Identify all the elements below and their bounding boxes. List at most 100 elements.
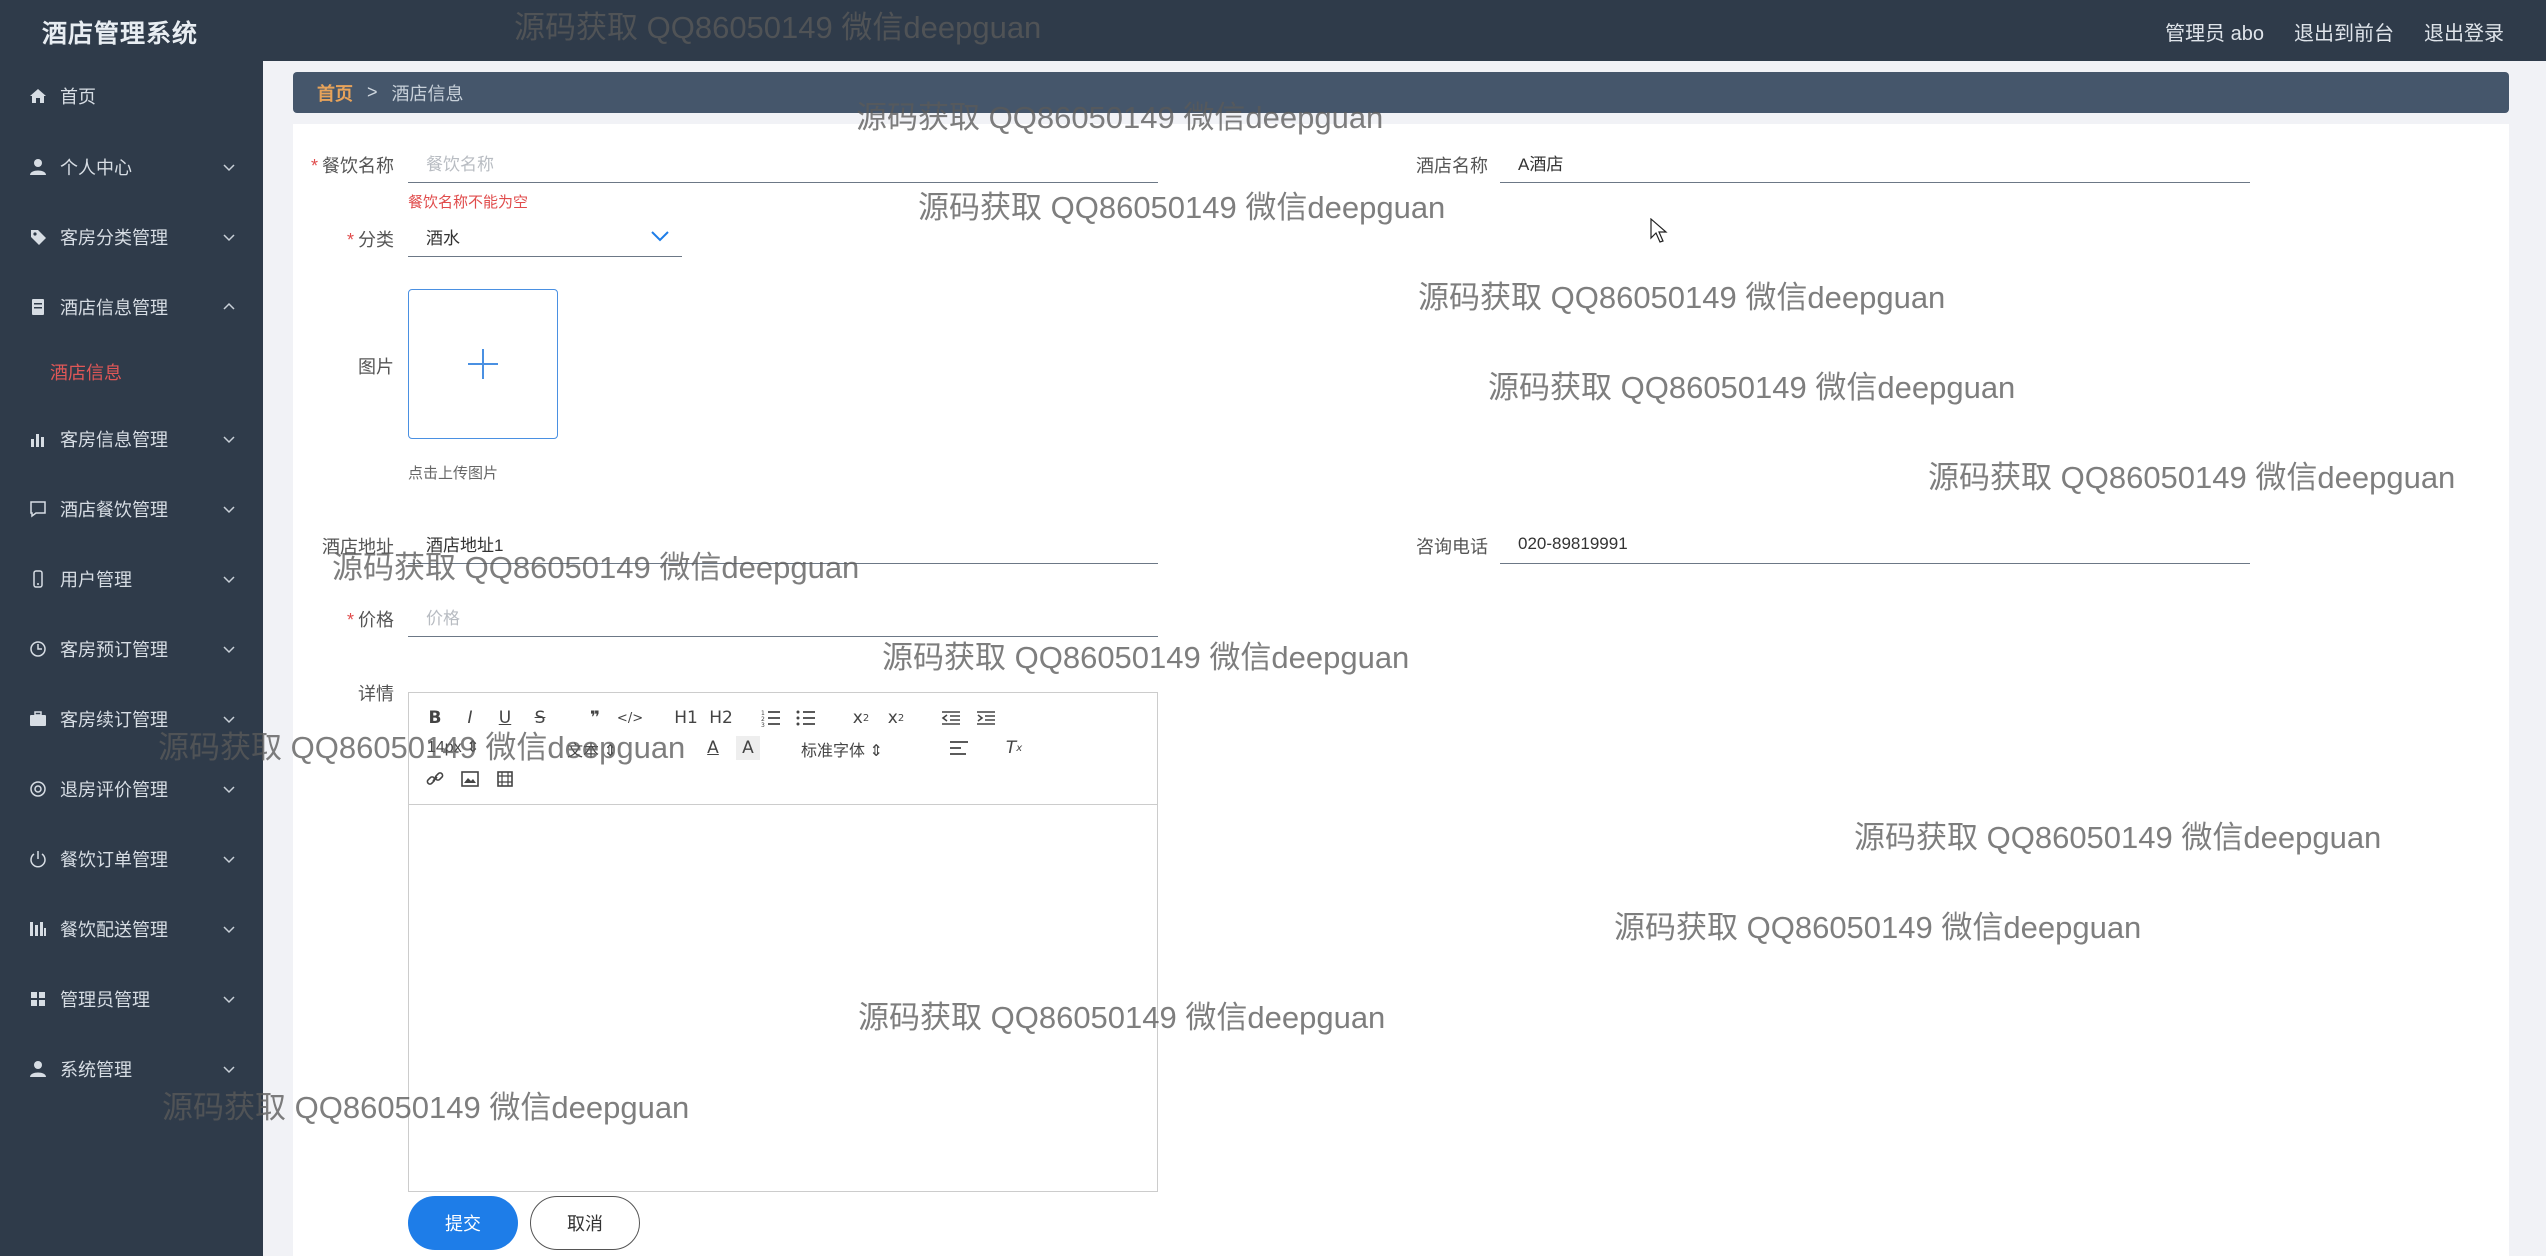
clear-format-icon[interactable]: Tx — [1002, 736, 1026, 760]
admin-user-label[interactable]: 管理员 abo — [2165, 17, 2264, 46]
sidebar-item-room-info[interactable]: 客房信息管理 — [0, 417, 263, 461]
category-select[interactable]: 酒水 — [408, 217, 682, 257]
person-icon — [28, 1059, 48, 1079]
document-icon — [28, 297, 48, 317]
category-label: * 分类 — [346, 230, 394, 250]
chevron-down-icon — [223, 646, 235, 654]
chevron-down-icon — [223, 1066, 235, 1074]
font-color-icon[interactable]: A — [701, 736, 725, 760]
subscript-icon[interactable]: x2 — [849, 706, 873, 730]
sidebar-item-room-booking[interactable]: 客房预订管理 — [0, 627, 263, 671]
blockquote-icon[interactable]: ❞ — [583, 706, 607, 730]
power-icon — [28, 849, 48, 869]
text-type-select[interactable]: 文本 ⇕ — [567, 737, 617, 761]
circle-icon — [28, 779, 48, 799]
chevron-down-icon — [223, 506, 235, 514]
clock-icon — [28, 639, 48, 659]
sidebar-item-label: 餐饮配送管理 — [60, 920, 168, 940]
dining-name-error: 餐饮名称不能为空 — [408, 194, 529, 211]
background-color-icon[interactable]: A — [736, 736, 760, 760]
upload-hint: 点击上传图片 — [408, 465, 499, 482]
home-icon — [28, 86, 48, 106]
indent-icon[interactable] — [974, 706, 998, 730]
sidebar-item-user-management[interactable]: 用户管理 — [0, 557, 263, 601]
sidebar-item-hotel-info[interactable]: 酒店信息管理 — [0, 285, 263, 329]
phone-icon — [28, 569, 48, 589]
bullet-list-icon[interactable] — [794, 706, 818, 730]
breadcrumb-separator: > — [367, 82, 378, 102]
chevron-up-icon — [223, 302, 235, 310]
app-title: 酒店管理系统 — [42, 20, 199, 48]
link-icon[interactable] — [423, 767, 447, 791]
sidebar-item-label: 客房分类管理 — [60, 228, 168, 248]
strike-icon[interactable]: S — [528, 706, 552, 730]
sidebar-item-dining[interactable]: 酒店餐饮管理 — [0, 487, 263, 531]
user-icon — [28, 157, 48, 177]
sidebar-item-system-management[interactable]: 系统管理 — [0, 1047, 263, 1091]
sidebar-item-label: 管理员管理 — [60, 990, 150, 1010]
h2-icon[interactable]: H2 — [706, 706, 736, 730]
align-left-icon[interactable] — [947, 736, 971, 760]
sidebar-item-room-category[interactable]: 客房分类管理 — [0, 215, 263, 259]
chevron-down-icon — [223, 716, 235, 724]
sidebar-item-checkout-review[interactable]: 退房评价管理 — [0, 767, 263, 811]
tag-icon — [28, 227, 48, 247]
chevron-down-icon — [223, 856, 235, 864]
image-upload-button[interactable] — [408, 289, 558, 439]
breadcrumb-home[interactable]: 首页 — [317, 80, 353, 106]
image-label: 图片 — [358, 357, 394, 377]
sidebar-item-admin-management[interactable]: 管理员管理 — [0, 977, 263, 1021]
sidebar-subitem-hotel-info[interactable]: 酒店信息 — [0, 350, 263, 394]
rich-text-editor[interactable]: B I U S ❞ </> H1 H2 123 x2 x2 14px ⇕ 文本 … — [408, 692, 1158, 1192]
stats-icon — [28, 919, 48, 939]
ordered-list-icon[interactable]: 123 — [759, 706, 783, 730]
superscript-icon[interactable]: x2 — [884, 706, 908, 730]
bold-icon[interactable]: B — [423, 706, 447, 730]
category-select-value: 酒水 — [426, 229, 460, 248]
sidebar-item-dining-orders[interactable]: 餐饮订单管理 — [0, 837, 263, 881]
font-size-select[interactable]: 14px ⇕ — [427, 737, 480, 757]
cancel-button[interactable]: 取消 — [530, 1196, 640, 1250]
sidebar-item-label: 系统管理 — [60, 1060, 132, 1080]
svg-text:3: 3 — [761, 722, 765, 727]
breadcrumb-current: 酒店信息 — [391, 83, 464, 104]
bar-chart-icon — [28, 429, 48, 449]
sidebar-item-label: 用户管理 — [60, 570, 132, 590]
code-icon[interactable]: </> — [617, 706, 643, 730]
editor-toolbar: B I U S ❞ </> H1 H2 123 x2 x2 14px ⇕ 文本 … — [409, 693, 1157, 805]
italic-icon[interactable]: I — [458, 706, 482, 730]
mouse-cursor-icon — [1650, 218, 1668, 243]
address-input[interactable]: 酒店地址1 — [408, 524, 1158, 564]
hotel-name-input[interactable]: A酒店 — [1500, 143, 2250, 183]
address-label: 酒店地址 — [322, 537, 394, 557]
sidebar-item-label: 客房续订管理 — [60, 710, 168, 730]
video-icon[interactable] — [493, 767, 517, 791]
sidebar-item-label: 客房预订管理 — [60, 640, 168, 660]
logout-link[interactable]: 退出登录 — [2424, 17, 2504, 46]
dining-name-label: * 餐饮名称 — [310, 156, 394, 176]
dining-name-input[interactable]: 餐饮名称 — [408, 143, 1158, 183]
font-family-select[interactable]: 标准字体 ⇕ — [801, 737, 883, 761]
sidebar-item-home[interactable]: 首页 — [0, 74, 263, 118]
price-input[interactable]: 价格 — [408, 597, 1158, 637]
sidebar-item-label: 餐饮订单管理 — [60, 850, 168, 870]
submit-button[interactable]: 提交 — [408, 1196, 518, 1250]
underline-icon[interactable]: U — [493, 706, 517, 730]
chevron-down-icon — [223, 786, 235, 794]
price-label: * 价格 — [346, 610, 394, 630]
phone-label: 咨询电话 — [1416, 537, 1488, 557]
exit-to-front-link[interactable]: 退出到前台 — [2294, 17, 2394, 46]
outdent-icon[interactable] — [939, 706, 963, 730]
image-icon[interactable] — [458, 767, 482, 791]
h1-icon[interactable]: H1 — [671, 706, 701, 730]
sidebar-item-personal-center[interactable]: 个人中心 — [0, 145, 263, 189]
grid-icon — [28, 989, 48, 1009]
phone-input[interactable]: 020-89819991 — [1500, 524, 2250, 564]
top-bar: 酒店管理系统 管理员 abo 退出到前台 退出登录 — [0, 0, 2546, 61]
sidebar-item-room-renewal[interactable]: 客房续订管理 — [0, 697, 263, 741]
top-right-links: 管理员 abo 退出到前台 退出登录 — [2165, 17, 2504, 46]
sidebar-item-dining-delivery[interactable]: 餐饮配送管理 — [0, 907, 263, 951]
message-icon — [28, 499, 48, 519]
sidebar-item-label: 酒店信息管理 — [60, 298, 168, 318]
chevron-down-icon — [223, 436, 235, 444]
